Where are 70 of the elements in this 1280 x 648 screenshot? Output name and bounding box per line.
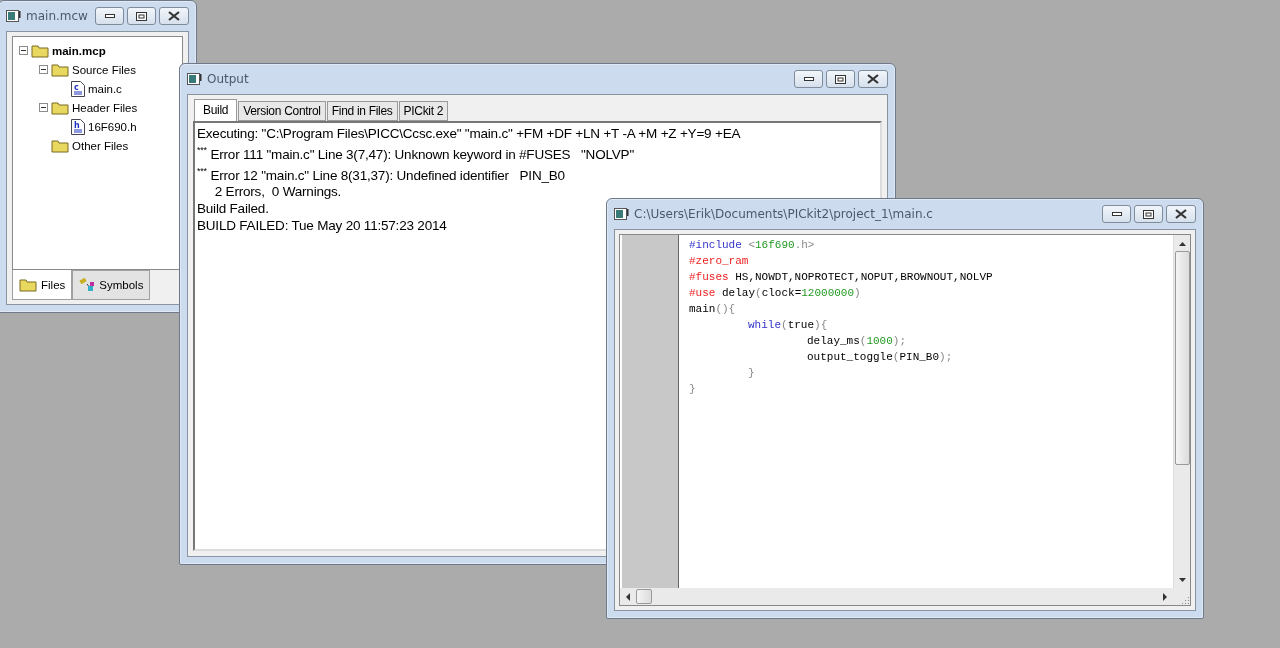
tab[interactable]: Version Control <box>238 101 326 121</box>
window-title: main.mcw <box>26 9 89 23</box>
minimize-button[interactable] <box>95 7 124 25</box>
minimize-icon <box>1111 212 1122 216</box>
collapse-icon[interactable] <box>39 65 48 74</box>
tab[interactable]: PICkit 2 <box>398 101 449 121</box>
output-line: 2 Errors, 0 Warnings. <box>213 183 342 200</box>
code-line: while(true){ <box>748 318 829 333</box>
folder-icon <box>51 138 69 153</box>
resize-grip-icon[interactable] <box>1181 596 1190 605</box>
file-type-letter: c <box>74 82 79 92</box>
output-line: Build Failed. <box>197 200 269 217</box>
folder-icon <box>51 100 69 115</box>
code-line: #include <16f690.h> <box>689 238 816 253</box>
close-icon <box>168 11 180 21</box>
maximize-icon <box>136 11 147 21</box>
folder-icon <box>51 62 69 77</box>
close-icon <box>867 74 879 84</box>
minimize-button[interactable] <box>794 70 823 88</box>
window-icon <box>187 72 202 86</box>
collapse-icon[interactable] <box>39 103 48 112</box>
tree-item[interactable]: Header Files <box>72 101 138 114</box>
minimize-icon <box>104 14 115 18</box>
window-icon <box>614 207 629 221</box>
window-title: C:\Users\Erik\Documents\PICkit2\project_1\main.c <box>634 207 934 221</box>
code-line: #use delay(clock=12000000) <box>689 286 862 301</box>
tree-item[interactable]: 16F690.h <box>88 120 137 133</box>
tab[interactable]: Build <box>194 99 238 121</box>
scroll-thumb[interactable] <box>636 589 652 604</box>
close-button[interactable] <box>858 70 888 88</box>
code-line: delay_ms(1000); <box>807 334 908 349</box>
scroll-left-icon[interactable] <box>624 591 632 602</box>
window-icon <box>6 9 21 23</box>
tree-item[interactable]: main.mcp <box>52 44 106 57</box>
code-line: } <box>748 366 756 381</box>
maximize-button[interactable] <box>1134 205 1163 223</box>
code-line: output_toggle(PIN_B0); <box>807 350 954 365</box>
output-line: $^{***}$ Error 12 "main.c" Line 8(31,37): Undefined identifier PIN_B0 <box>197 164 565 183</box>
vertical-scrollbar[interactable] <box>1173 235 1190 588</box>
maximize-icon <box>835 74 846 84</box>
scroll-thumb[interactable] <box>1174 251 1190 465</box>
tab[interactable]: Symbols <box>72 270 151 300</box>
collapse-icon[interactable] <box>19 46 28 55</box>
code-line: main(){ <box>689 302 737 317</box>
code-line: #fuses HS,NOWDT,NOPROTECT,NOPUT,BROWNOUT,NOLVP <box>689 270 993 285</box>
close-button[interactable] <box>159 7 189 25</box>
tree-item[interactable]: Other Files <box>72 139 129 152</box>
folder-icon <box>19 277 37 292</box>
tab[interactable]: Files <box>12 270 73 300</box>
symbols-icon <box>79 278 96 292</box>
maximize-icon <box>1143 209 1154 219</box>
output-line: BUILD FAILED: Tue May 20 11:57:23 2014 <box>197 217 447 234</box>
tree-item[interactable]: Source Files <box>72 63 136 76</box>
output-line: Executing: "C:\Program Files\PICC\Ccsc.exe" "main.c" +FM +DF +LN +T -A +M +Z +Y=9 +EA <box>197 125 741 142</box>
scroll-right-icon[interactable] <box>1161 591 1169 602</box>
code-line: #zero_ram <box>689 254 750 269</box>
output-line: $^{***}$ Error 111 "main.c" Line 3(7,47): Unknown keyword in #FUSES "NOLVP" <box>197 144 634 163</box>
maximize-button[interactable] <box>826 70 855 88</box>
code-line: } <box>689 382 697 397</box>
horizontal-scrollbar[interactable] <box>620 588 1173 605</box>
tab[interactable]: Find in Files <box>326 101 398 121</box>
window-title: Output <box>207 72 250 86</box>
close-button[interactable] <box>1166 205 1196 223</box>
folder-icon <box>31 43 49 58</box>
minimize-icon <box>803 77 814 81</box>
tree-item[interactable]: main.c <box>88 82 122 95</box>
close-icon <box>1175 209 1187 219</box>
maximize-button[interactable] <box>127 7 156 25</box>
file-type-letter: h <box>74 120 80 130</box>
minimize-button[interactable] <box>1102 205 1131 223</box>
